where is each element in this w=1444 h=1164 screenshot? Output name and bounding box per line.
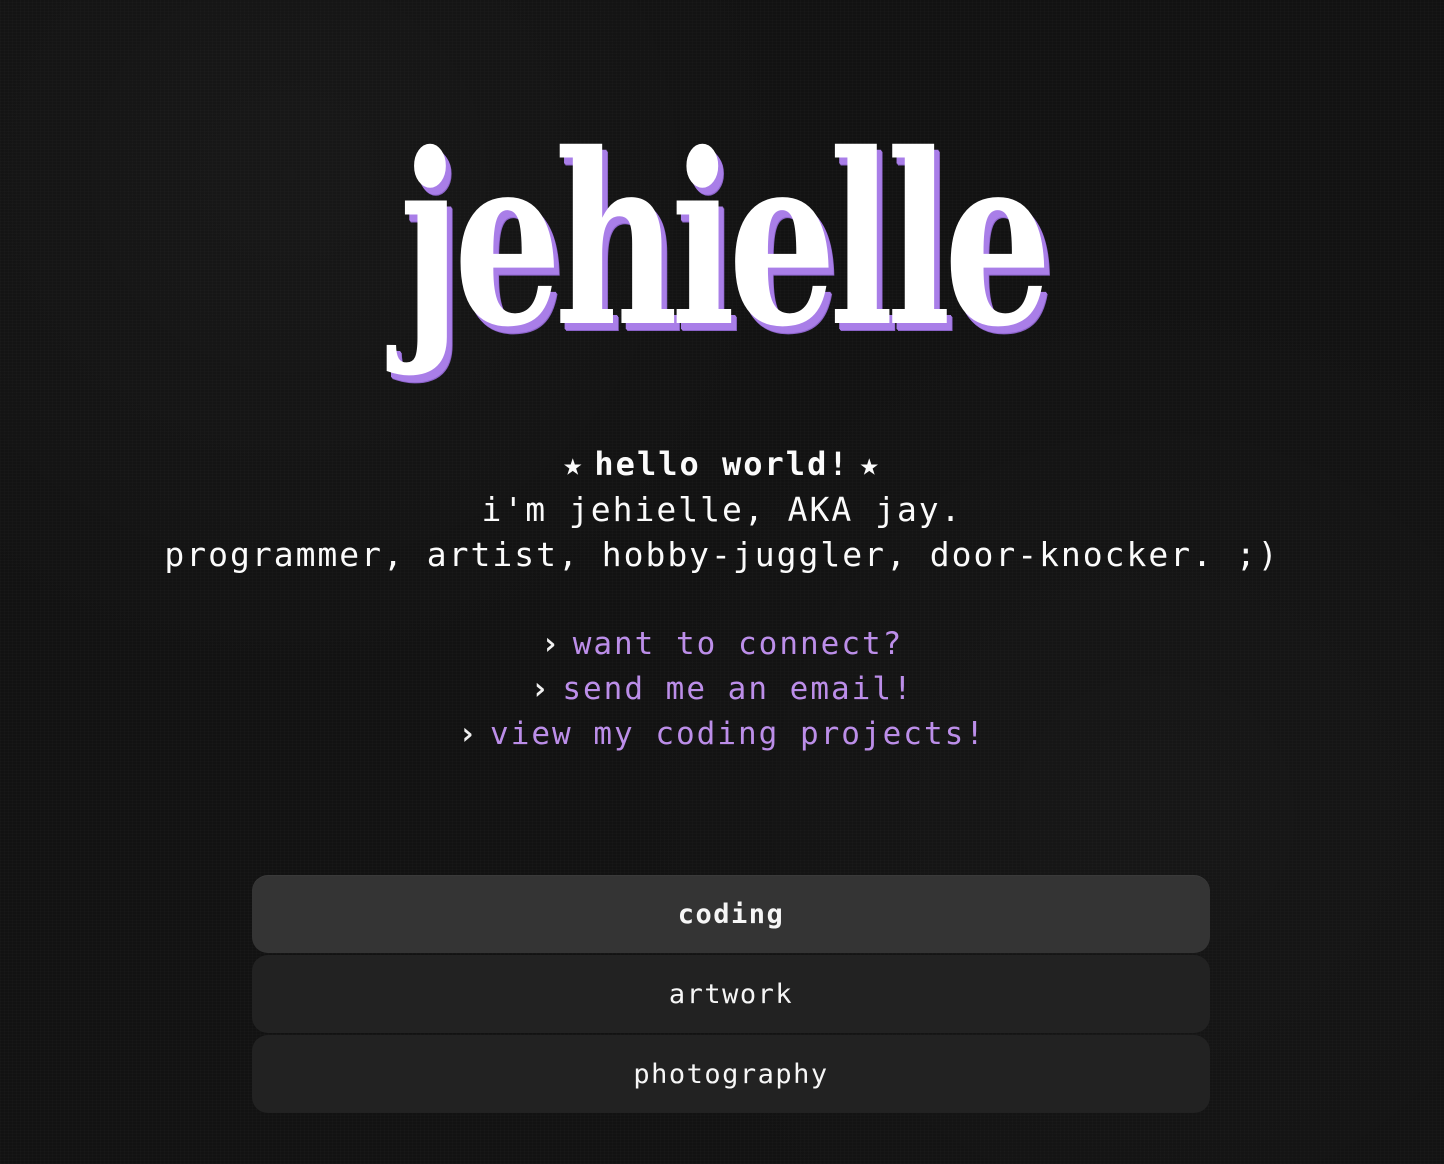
link-row-email: › send me an email! [0, 667, 1444, 712]
coding-projects-link[interactable]: view my coding projects! [490, 716, 986, 752]
hello-headline: ★ hello world! ★ [0, 442, 1444, 487]
connect-link[interactable]: want to connect? [573, 626, 904, 662]
email-link[interactable]: send me an email! [562, 671, 913, 707]
headline-text: hello world! [594, 445, 850, 483]
link-row-projects: › view my coding projects! [0, 712, 1444, 757]
star-icon: ★ [859, 445, 881, 483]
tab-photography[interactable]: photography [252, 1035, 1210, 1113]
chevron-right-icon: › [540, 626, 562, 662]
tab-label: photography [633, 1058, 829, 1090]
chevron-right-icon: › [458, 716, 479, 752]
contact-links: › want to connect? › send me an email! › vi… [0, 622, 1444, 757]
intro-section: ★ hello world! ★ i'm jehielle, AKA jay. pr… [0, 442, 1444, 577]
tab-label: coding [677, 898, 785, 930]
tab-coding[interactable]: coding [252, 875, 1210, 953]
tab-label: artwork [668, 978, 794, 1010]
intro-roles-line: programmer, artist, hobby-juggler, door-… [164, 535, 1280, 574]
chevron-right-icon: › [530, 671, 552, 707]
link-row-connect: › want to connect? [0, 622, 1444, 667]
tab-artwork[interactable]: artwork [252, 955, 1210, 1033]
site-logo: jehielle [399, 101, 1052, 379]
portfolio-tabs: coding artwork photography [252, 875, 1210, 1115]
intro-name-line: i'm jehielle, AKA jay. [481, 490, 963, 529]
star-icon: ★ [563, 445, 585, 483]
